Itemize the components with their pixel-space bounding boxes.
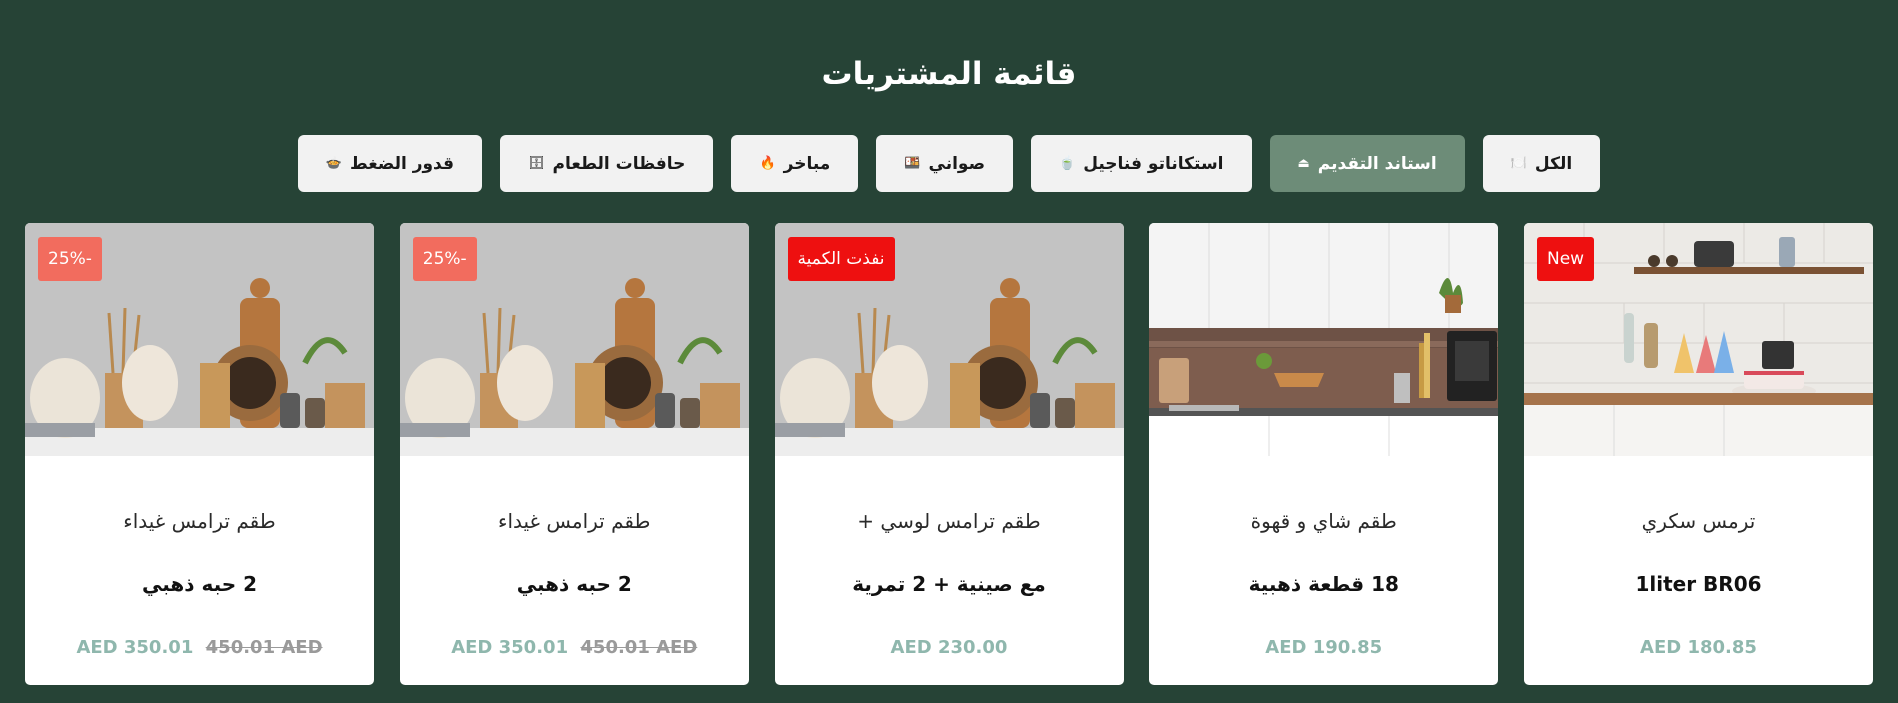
product-price: AED 230.00 [775,633,1124,663]
product-grid: New ترمس سكري 1liter BR06 AED 180.85 طقم… [25,223,1873,685]
filter-label: قدور الضغط [350,153,454,174]
product-name[interactable]: طقم شاي و قهوة [1149,506,1498,536]
plate-icon: 🍽️ [1510,156,1527,171]
filter-label: استكاناتو فناجيل [1083,153,1224,174]
old-price: 450.01 AED [580,637,698,658]
product-card[interactable]: 25%- طقم ترامس غيداء 2 حبه ذهبي AED 350.… [399,223,749,685]
filter-cups[interactable]: استكاناتو فناجيل 🍵 [1031,135,1252,192]
product-name[interactable]: ترمس سكري [1524,506,1873,536]
new-badge: New [1537,237,1595,281]
product-card[interactable]: New ترمس سكري 1liter BR06 AED 180.85 [1524,223,1873,685]
sold-out-badge: نفذت الكمية [787,237,895,281]
product-image-kitchen-counter[interactable] [1149,223,1499,456]
filter-incense-burners[interactable]: مباخر 🔥 [731,135,859,192]
filter-label: الكل [1534,153,1573,174]
filter-trays[interactable]: صواني 🍱 [876,135,1013,192]
current-price: AED 350.01 [451,637,569,658]
discount-badge: 25%- [412,237,477,281]
current-price: AED 190.85 [1265,637,1383,658]
product-name[interactable]: طقم ترامس لوسي + [775,506,1124,536]
container-icon: 🗄 [528,156,545,171]
filter-label: استاند التقديم [1317,153,1437,174]
pot-icon: 🍲 [325,156,343,171]
product-image-kitchen-shelf[interactable]: New [1524,223,1873,456]
filter-label: صواني [928,153,986,174]
filter-pressure-cookers[interactable]: قدور الضغط 🍲 [297,135,482,192]
product-subtitle: 1liter BR06 [1635,572,1762,596]
discount-badge: 25%- [38,237,102,281]
current-price: AED 350.01 [76,637,194,658]
product-image-wooden-utensils[interactable]: نفذت الكمية [774,223,1124,456]
stand-icon: ⏏ [1297,156,1310,171]
filter-food-containers[interactable]: حافظات الطعام 🗄 [500,135,714,192]
filter-label: حافظات الطعام [552,153,686,174]
tray-icon: 🍱 [904,156,921,171]
filter-serving-stand[interactable]: استاند التقديم ⏏ [1269,135,1465,192]
product-image-wooden-utensils[interactable]: 25%- [399,223,749,456]
product-price: AED 190.85 [1149,633,1498,663]
product-image-wooden-utensils[interactable]: 25%- [25,223,374,456]
product-subtitle: 2 حبه ذهبي [141,572,258,596]
current-price: AED 180.85 [1640,637,1757,658]
product-name[interactable]: طقم ترامس غيداء [400,506,749,536]
product-price: AED 350.01 450.01 AED [400,633,749,663]
kitchen-counter-image [1149,223,1499,456]
old-price: 450.01 AED [205,637,323,658]
product-card[interactable]: 25%- طقم ترامس غيداء 2 حبه ذهبي AED 350.… [25,223,374,685]
product-subtitle: 2 حبه ذهبي [516,572,632,596]
current-price: AED 230.00 [890,637,1008,658]
incense-icon: 🔥 [759,156,776,171]
filter-label: مباخر [783,153,831,174]
product-price: AED 180.85 [1524,633,1873,663]
cup-icon: 🍵 [1059,156,1076,171]
product-subtitle: 18 قطعة ذهبية [1248,572,1399,596]
filter-all[interactable]: الكل 🍽️ [1482,135,1601,192]
product-price: AED 350.01 450.01 AED [25,633,374,663]
product-subtitle: مع صينية + 2 تمرية [852,572,1046,596]
page-title: قائمة المشتريات [821,56,1077,92]
product-card[interactable]: طقم شاي و قهوة 18 قطعة ذهبية AED 190.85 [1149,223,1499,685]
product-card[interactable]: نفذت الكمية طقم ترامس لوسي + مع صينية + … [774,223,1124,685]
category-filters: الكل 🍽️ استاند التقديم ⏏ استكاناتو فناجي… [0,135,1898,192]
product-name[interactable]: طقم ترامس غيداء [25,506,374,536]
